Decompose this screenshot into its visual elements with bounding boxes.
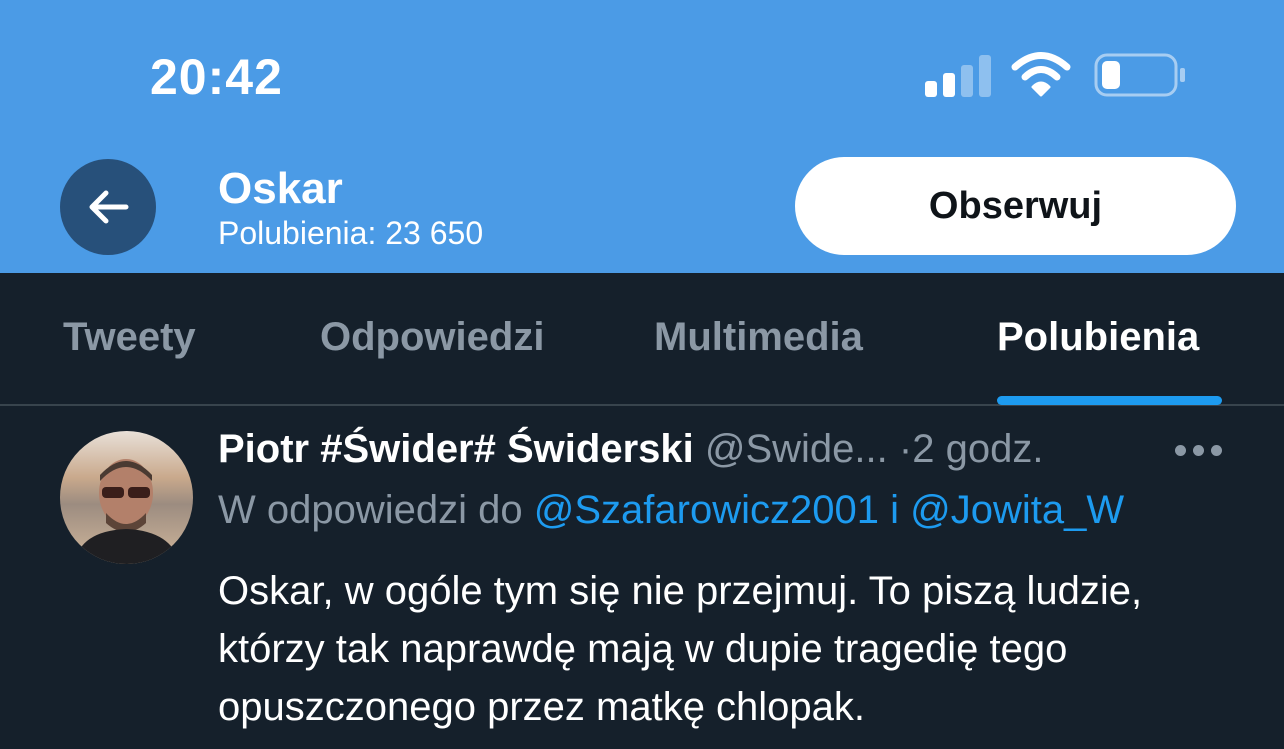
mention-link[interactable]: @Szafarowicz2001: [534, 488, 879, 532]
active-tab-indicator: [997, 396, 1222, 405]
status-time: 20:42: [150, 49, 283, 105]
author-handle[interactable]: @Swide...: [705, 427, 888, 471]
tab-polubienia[interactable]: Polubienia: [997, 315, 1199, 360]
tweet-header: Piotr #Świder# Świderski @Swide... ·2 go…: [218, 427, 1043, 472]
follow-button[interactable]: Obserwuj: [795, 157, 1236, 255]
reply-context: W odpowiedzi do @Szafarowicz2001 i @Jowi…: [218, 488, 1124, 533]
more-options-icon[interactable]: [1175, 445, 1223, 459]
mention-link[interactable]: @Jowita_W: [910, 488, 1124, 532]
tweet-text: Oskar, w ogóle tym się nie przejmuj. To …: [218, 569, 1143, 729]
tab-tweety[interactable]: Tweety: [63, 315, 196, 360]
back-arrow-icon: [89, 190, 129, 224]
tab-multimedia[interactable]: Multimedia: [654, 315, 863, 360]
reply-prefix: W odpowiedzi do: [218, 488, 523, 532]
author-name[interactable]: Piotr #Świder# Świderski: [218, 427, 694, 471]
avatar-photo: [60, 431, 193, 564]
battery-icon: [1094, 53, 1185, 97]
profile-tabs: Tweety Odpowiedzi Multimedia Polubienia: [0, 273, 1284, 406]
cellular-signal-icon: [925, 55, 991, 97]
profile-header: 20:42 Oskar Polubienia: 23 650 Obserwuj: [0, 0, 1284, 273]
back-button[interactable]: [60, 159, 156, 255]
profile-name: Oskar: [218, 164, 343, 213]
tweet-time[interactable]: 2 godz.: [912, 427, 1043, 471]
avatar[interactable]: [60, 431, 193, 564]
tab-odpowiedzi[interactable]: Odpowiedzi: [320, 315, 544, 360]
wifi-icon: [1011, 52, 1071, 97]
reply-and: i: [890, 488, 899, 532]
separator-dot: ·: [898, 427, 913, 471]
likes-count: Polubienia: 23 650: [218, 215, 484, 251]
